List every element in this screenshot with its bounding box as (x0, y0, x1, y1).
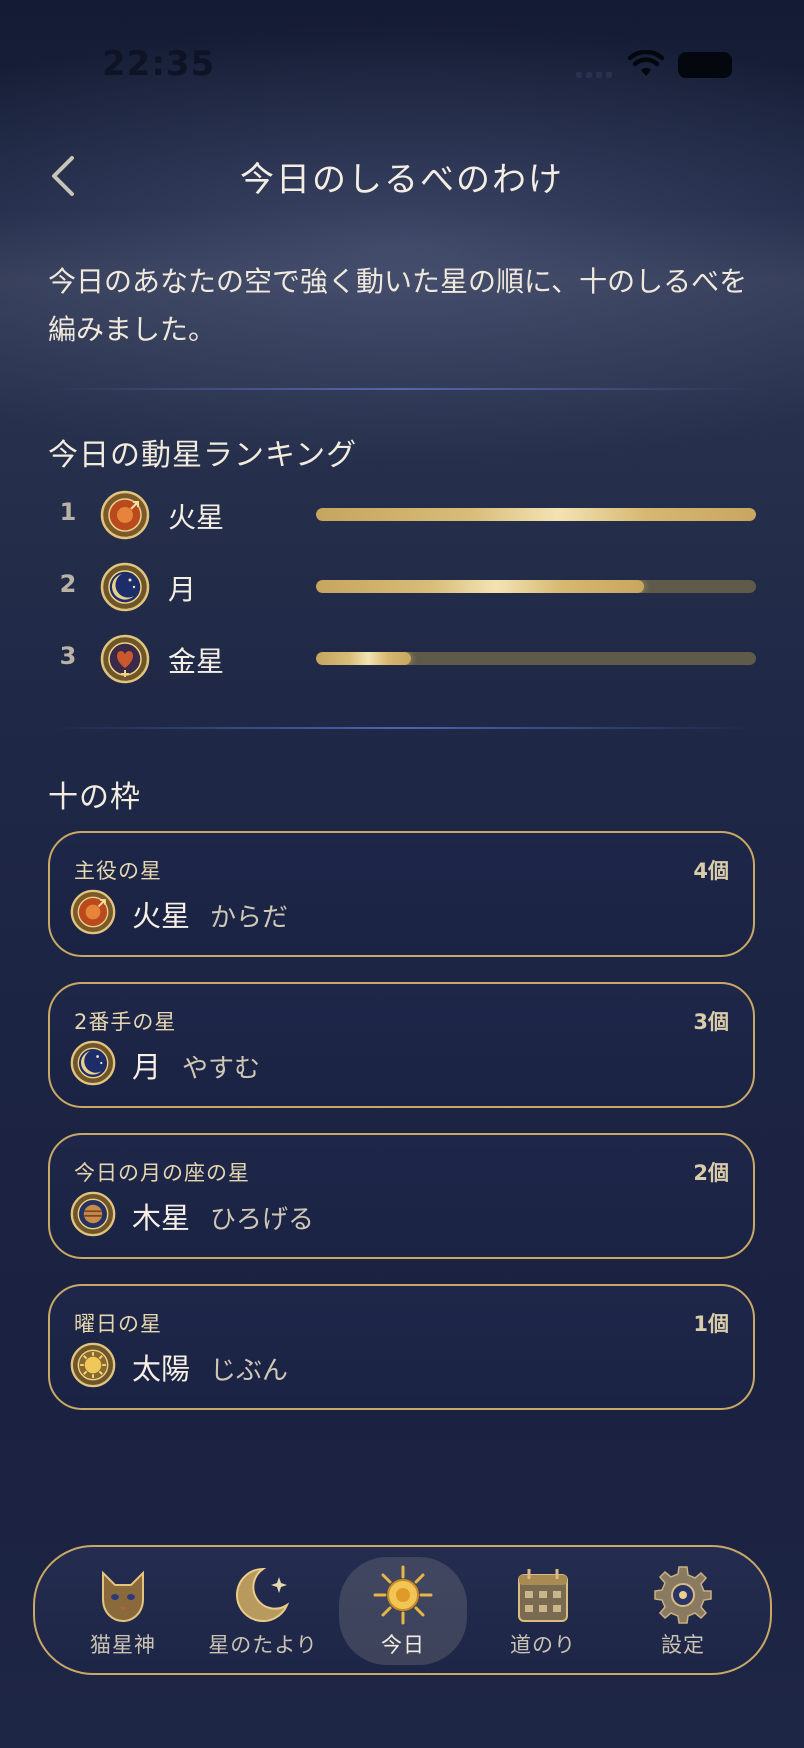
slots-title: 十の枠 (48, 780, 141, 815)
slot-count: 4個 (693, 859, 729, 883)
rank-number: 3 (59, 642, 77, 670)
slot-planet-name: 木星 (132, 1201, 191, 1235)
divider (48, 727, 754, 729)
rank-bar-fill (316, 580, 644, 593)
mars-medallion-icon (100, 490, 150, 540)
mars-medallion-icon (70, 889, 116, 935)
jupiter-medallion-icon (70, 1191, 116, 1237)
rank-number: 2 (59, 570, 77, 598)
slot-planet-name: 太陽 (132, 1352, 191, 1386)
slot-card[interactable]: 曜日の星 1個 太陽 じぶん (48, 1284, 755, 1410)
slot-planet-name: 火星 (132, 899, 191, 933)
tab-cat-god[interactable]: 猫星神 (59, 1557, 187, 1665)
tab-star-letters[interactable]: 星のたより (199, 1557, 327, 1665)
status-time: 22:35 (102, 44, 216, 84)
tab-today[interactable]: 今日 (339, 1557, 467, 1665)
rank-number: 1 (59, 498, 77, 526)
tab-bar: 猫星神 星のたより 今日 道のり 設定 (33, 1545, 772, 1675)
slot-count: 3個 (693, 1010, 729, 1034)
tab-label: 今日 (381, 1633, 425, 1657)
rank-planet-name: 火星 (168, 501, 225, 534)
slot-card[interactable]: 今日の月の座の星 2個 木星 ひろげる (48, 1133, 755, 1259)
gear-icon (654, 1566, 712, 1624)
ranking-row: 1 火星 (48, 486, 758, 546)
tab-journey[interactable]: 道のり (479, 1557, 607, 1665)
tab-label: 道のり (510, 1633, 576, 1657)
tab-label: 星のたより (208, 1633, 318, 1657)
cellular-signal-icon (576, 72, 616, 78)
crescent-moon-icon (236, 1567, 290, 1622)
rank-bar-track (316, 580, 756, 593)
battery-icon (678, 52, 732, 78)
slot-count: 2個 (693, 1161, 729, 1185)
divider (48, 388, 754, 390)
slot-keyword: やすむ (182, 1054, 261, 1084)
cat-icon (102, 1570, 144, 1623)
calendar-icon (518, 1569, 568, 1622)
venus-medallion-icon (100, 634, 150, 684)
slot-label: 今日の月の座の星 (74, 1161, 250, 1185)
sun-icon (373, 1565, 433, 1625)
slot-label: 主役の星 (74, 859, 162, 883)
tab-label: 設定 (661, 1633, 705, 1657)
ranking-title: 今日の動星ランキング (48, 438, 358, 473)
ranking-row: 3 金星 (48, 630, 758, 690)
slot-keyword: ひろげる (210, 1205, 315, 1235)
tab-settings[interactable]: 設定 (619, 1557, 747, 1665)
ranking-row: 2 月 (48, 558, 758, 618)
header: 今日のしるべのわけ (0, 140, 804, 210)
rank-planet-name: 月 (168, 573, 197, 606)
wifi-icon (628, 50, 664, 76)
tab-label: 猫星神 (90, 1633, 156, 1657)
slot-label: 2番手の星 (74, 1010, 177, 1034)
status-bar: 22:35 (0, 0, 804, 120)
moon-medallion-icon (70, 1040, 116, 1086)
slot-planet-name: 月 (132, 1050, 162, 1084)
page-title: 今日のしるべのわけ (240, 160, 564, 200)
slot-keyword: からだ (210, 903, 289, 933)
rank-planet-name: 金星 (168, 645, 225, 678)
rank-bar-fill (316, 652, 411, 665)
slot-keyword: じぶん (210, 1356, 289, 1386)
rank-bar-track (316, 652, 756, 665)
sun-medallion-icon (70, 1342, 116, 1388)
intro-text: 今日のあなたの空で強く動いた星の順に、十のしるべを編みました。 (48, 265, 748, 346)
slot-card[interactable]: 2番手の星 3個 月 やすむ (48, 982, 755, 1108)
rank-bar-track (316, 508, 756, 521)
slot-label: 曜日の星 (74, 1312, 162, 1336)
slot-count: 1個 (693, 1312, 729, 1336)
moon-medallion-icon (100, 562, 150, 612)
rank-bar-fill (316, 508, 756, 521)
slot-card[interactable]: 主役の星 4個 火星 からだ (48, 831, 755, 957)
